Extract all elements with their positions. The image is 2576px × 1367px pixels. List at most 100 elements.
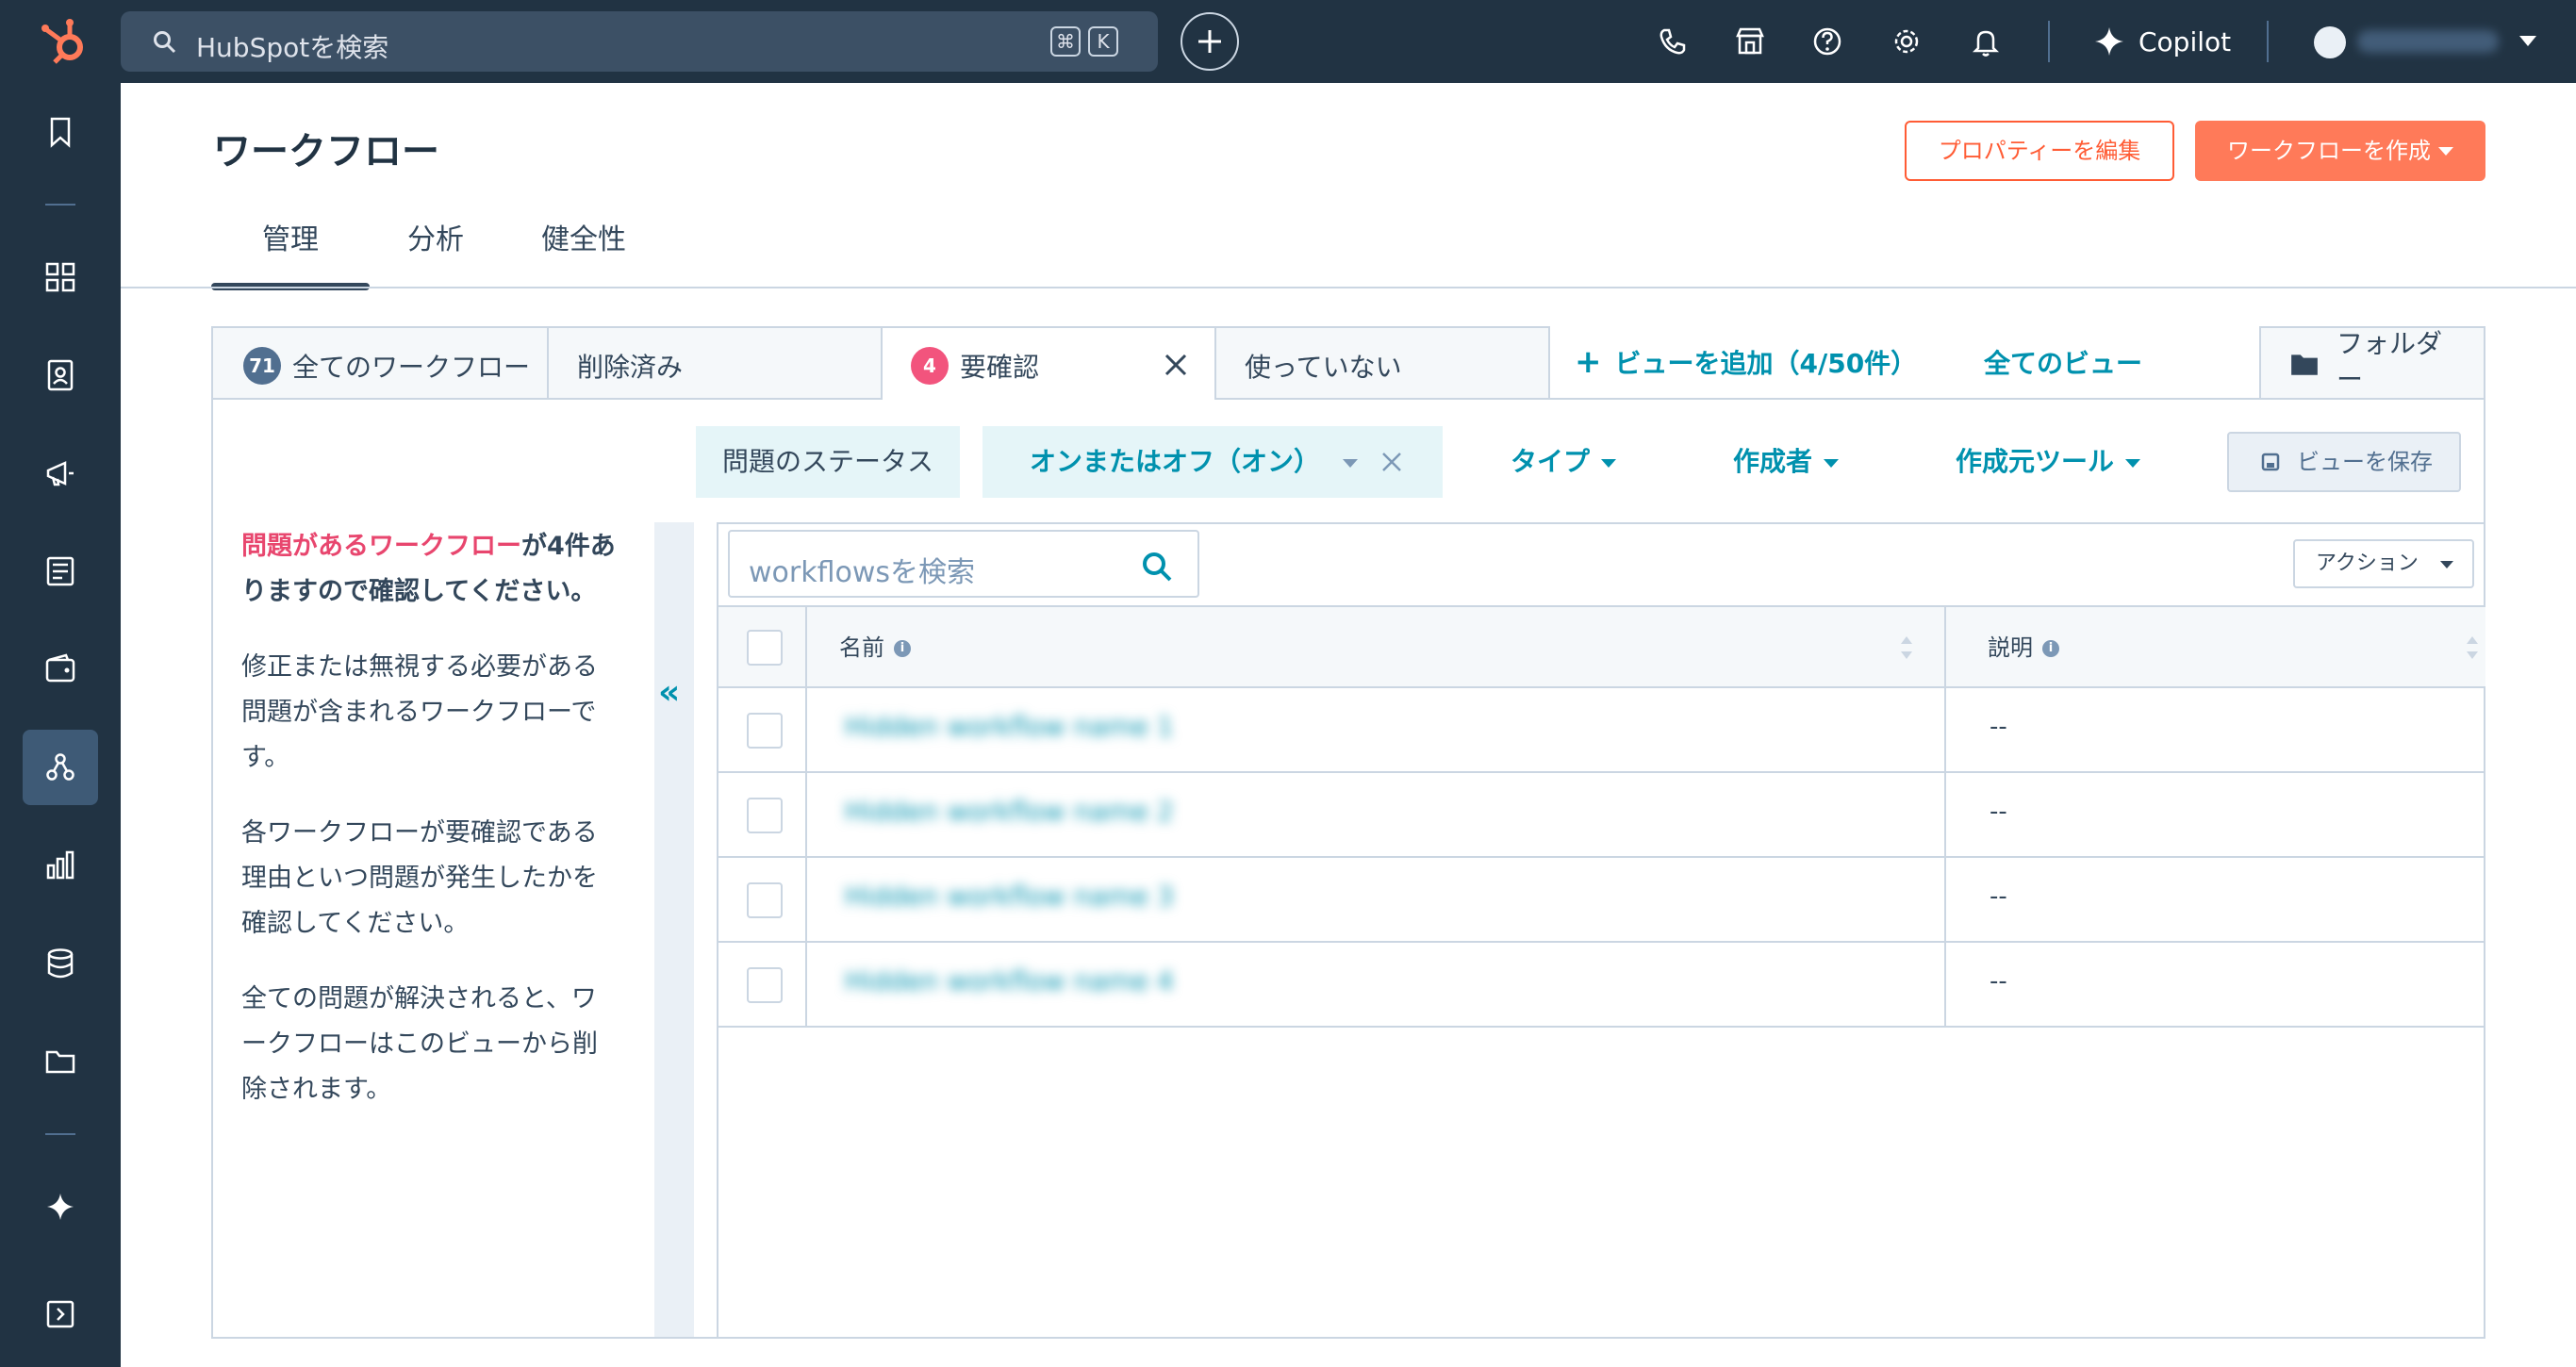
global-search-input[interactable]: HubSpotを検索 ⌘ K bbox=[121, 11, 1158, 72]
all-views-link[interactable]: 全てのビュー bbox=[1984, 343, 2142, 381]
column-header-description[interactable]: 説明 i bbox=[1988, 607, 2059, 688]
table-row[interactable]: Hidden workflow name 4 -- bbox=[718, 943, 2485, 1028]
automation-icon bbox=[46, 753, 74, 781]
folders-label: フォルダー bbox=[2337, 328, 2443, 395]
select-all-checkbox[interactable] bbox=[747, 630, 783, 666]
nav-library[interactable] bbox=[23, 1024, 98, 1099]
notifications-icon[interactable] bbox=[1967, 23, 2005, 60]
column-header-name[interactable]: 名前 i bbox=[839, 607, 911, 688]
database-icon bbox=[47, 948, 74, 979]
info-paragraph: 全ての問題が解決されると、ワークフローはこのビューから削除されます。 bbox=[241, 984, 598, 1104]
source-tool-filter[interactable]: 作成元ツール bbox=[1956, 426, 2141, 498]
marketplace-icon[interactable] bbox=[1731, 23, 1769, 60]
grid-icon bbox=[45, 262, 75, 292]
issue-status-filter[interactable]: 問題のステータス bbox=[696, 426, 960, 498]
row-checkbox[interactable] bbox=[747, 882, 783, 918]
create-workflow-button[interactable]: ワークフローを作成 bbox=[2195, 121, 2485, 181]
info-headline: 問題があるワークフローが4件ありますので確認してください。 bbox=[241, 524, 619, 615]
nav-workspaces[interactable] bbox=[23, 239, 98, 315]
nav-separator bbox=[45, 204, 75, 206]
column-header-name-label: 名前 bbox=[839, 634, 884, 661]
create-workflow-label: ワークフローを作成 bbox=[2227, 138, 2431, 164]
phone-icon[interactable] bbox=[1654, 23, 1692, 60]
row-checkbox[interactable] bbox=[747, 967, 783, 1003]
create-new-button[interactable] bbox=[1181, 12, 1239, 71]
view-tab-needs-review[interactable]: 4 要確認 bbox=[881, 326, 1216, 400]
view-tab-unused[interactable]: 使っていない bbox=[1214, 326, 1550, 400]
workflow-name-link-redacted[interactable]: Hidden workflow name 2 bbox=[845, 796, 1174, 833]
plus-icon bbox=[1198, 30, 1221, 53]
nav-bookmarks[interactable] bbox=[23, 94, 98, 170]
account-name-redacted[interactable] bbox=[2357, 30, 2499, 53]
actions-dropdown[interactable]: アクション bbox=[2293, 539, 2474, 588]
edit-properties-button[interactable]: プロパティーを編集 bbox=[1905, 121, 2174, 181]
nav-content[interactable] bbox=[23, 534, 98, 609]
bookmark-icon bbox=[50, 117, 71, 148]
avatar[interactable] bbox=[2314, 26, 2346, 58]
save-icon bbox=[2261, 453, 2280, 471]
table-row[interactable]: Hidden workflow name 1 -- bbox=[718, 688, 2485, 773]
row-checkbox[interactable] bbox=[747, 713, 783, 749]
nav-reporting[interactable] bbox=[23, 828, 98, 903]
view-tab-deleted[interactable]: 削除済み bbox=[547, 326, 883, 400]
collapse-sidebar-bar[interactable] bbox=[654, 522, 694, 1337]
shortcut-k-key: K bbox=[1088, 26, 1118, 57]
table-row[interactable]: Hidden workflow name 2 -- bbox=[718, 773, 2485, 858]
content-icon bbox=[46, 556, 74, 586]
close-icon[interactable] bbox=[1162, 351, 1190, 379]
expand-sidebar-icon bbox=[46, 1300, 74, 1328]
creator-filter[interactable]: 作成者 bbox=[1733, 426, 1840, 498]
tab-analyze[interactable]: 分析 bbox=[370, 219, 502, 290]
nav-marketing[interactable] bbox=[23, 436, 98, 511]
workflow-name-link-redacted[interactable]: Hidden workflow name 3 bbox=[845, 881, 1174, 918]
type-filter-label: タイプ bbox=[1511, 446, 1591, 477]
header-divider bbox=[121, 287, 2576, 288]
info-icon[interactable]: i bbox=[894, 640, 911, 657]
view-tab-all-workflows[interactable]: 71 全てのワークフロー bbox=[211, 326, 549, 400]
top-navigation-bar: HubSpotを検索 ⌘ K Copilot bbox=[0, 0, 2576, 83]
save-view-button[interactable]: ビューを保存 bbox=[2227, 432, 2461, 492]
help-icon[interactable] bbox=[1808, 23, 1846, 60]
caret-down-icon bbox=[2125, 458, 2141, 468]
view-tab-label: 削除済み bbox=[577, 352, 684, 383]
add-view-button[interactable]: + ビューを追加（4/50件） bbox=[1575, 343, 1917, 381]
settings-icon[interactable] bbox=[1888, 23, 1925, 60]
folders-tab[interactable]: フォルダー bbox=[2259, 326, 2485, 400]
info-icon[interactable]: i bbox=[2042, 640, 2059, 657]
sort-icon[interactable] bbox=[1899, 634, 1914, 662]
sort-icon[interactable] bbox=[2465, 634, 2480, 662]
tab-health[interactable]: 健全性 bbox=[513, 219, 654, 290]
nav-data-management[interactable] bbox=[23, 926, 98, 1001]
table-row[interactable]: Hidden workflow name 3 -- bbox=[718, 858, 2485, 943]
count-badge: 4 bbox=[911, 347, 949, 385]
workflow-search-input[interactable]: workflowsを検索 bbox=[728, 530, 1199, 598]
row-checkbox[interactable] bbox=[747, 798, 783, 833]
hubspot-logo-icon[interactable] bbox=[34, 15, 91, 68]
folder-icon bbox=[45, 1050, 75, 1074]
on-off-filter[interactable]: オンまたはオフ（オン） bbox=[983, 426, 1443, 498]
table-header: 名前 i 説明 i bbox=[718, 605, 2485, 688]
workflow-name-link-redacted[interactable]: Hidden workflow name 4 bbox=[845, 965, 1174, 1003]
nav-automation[interactable] bbox=[23, 730, 98, 805]
double-chevron-left-icon[interactable]: « bbox=[658, 673, 680, 712]
info-paragraph: 各ワークフローが要確認である理由といつ問題が発生したかを確認してください。 bbox=[241, 818, 598, 938]
nav-expand[interactable] bbox=[23, 1276, 98, 1352]
nav-commerce[interactable] bbox=[23, 632, 98, 707]
workflow-name-link-redacted[interactable]: Hidden workflow name 1 bbox=[845, 711, 1174, 749]
copilot-button[interactable]: Copilot bbox=[2093, 19, 2231, 64]
sparkle-icon bbox=[47, 1194, 74, 1220]
contacts-icon bbox=[47, 359, 74, 391]
type-filter[interactable]: タイプ bbox=[1511, 426, 1617, 498]
topbar-separator bbox=[2267, 21, 2269, 62]
copilot-label: Copilot bbox=[2138, 25, 2232, 58]
tab-manage[interactable]: 管理 bbox=[211, 219, 370, 290]
source-tool-filter-label: 作成元ツール bbox=[1956, 446, 2115, 477]
creator-filter-label: 作成者 bbox=[1733, 446, 1813, 477]
clear-filter-icon[interactable] bbox=[1380, 451, 1403, 473]
chevron-down-icon[interactable] bbox=[2519, 36, 2536, 46]
info-headline-emphasis: 問題があるワークフロー bbox=[241, 532, 521, 561]
workflow-description: -- bbox=[1990, 967, 2007, 996]
nav-crm-contacts[interactable] bbox=[23, 338, 98, 413]
nav-breeze[interactable] bbox=[23, 1169, 98, 1244]
search-icon[interactable] bbox=[1141, 551, 1173, 583]
